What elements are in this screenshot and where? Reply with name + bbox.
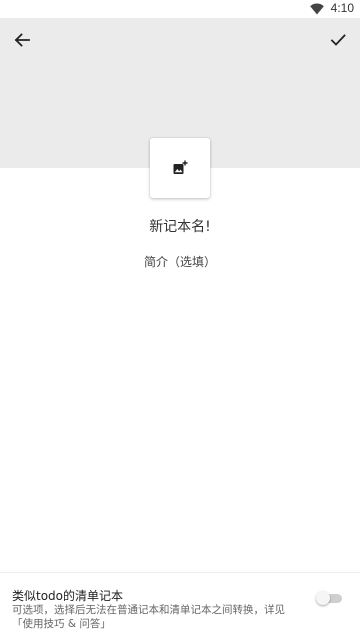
todo-option-title: 类似todo的清单记本 [12,589,124,603]
status-time: 4:10 [330,1,354,15]
todo-option-description: 可选项，选择后无法在普通记本和清单记本之间转换，详见「使用技巧 & 问答」 [12,604,285,630]
status-bar: 4:10 [0,0,360,18]
arrow-back-icon [14,33,30,47]
todo-option-panel: 类似todo的清单记本 可选项，选择后无法在普通记本和清单记本之间转换，详见「使… [0,572,360,640]
add-cover-button[interactable] [150,138,210,198]
toggle-thumb [316,591,330,605]
check-icon [330,34,346,46]
back-button[interactable] [8,28,36,52]
add-photo-icon [173,160,188,174]
todo-toggle-switch[interactable] [316,591,342,605]
confirm-button[interactable] [324,28,352,52]
notebook-name-input[interactable]: 新记本名! [0,216,360,236]
create-notebook-screen: 4:10 新记本名! 简介（选填） 类似todo的清单记本 可选项，选择后无法在… [0,0,360,640]
wifi-icon [310,3,324,15]
notebook-description-input[interactable]: 简介（选填） [0,253,360,270]
